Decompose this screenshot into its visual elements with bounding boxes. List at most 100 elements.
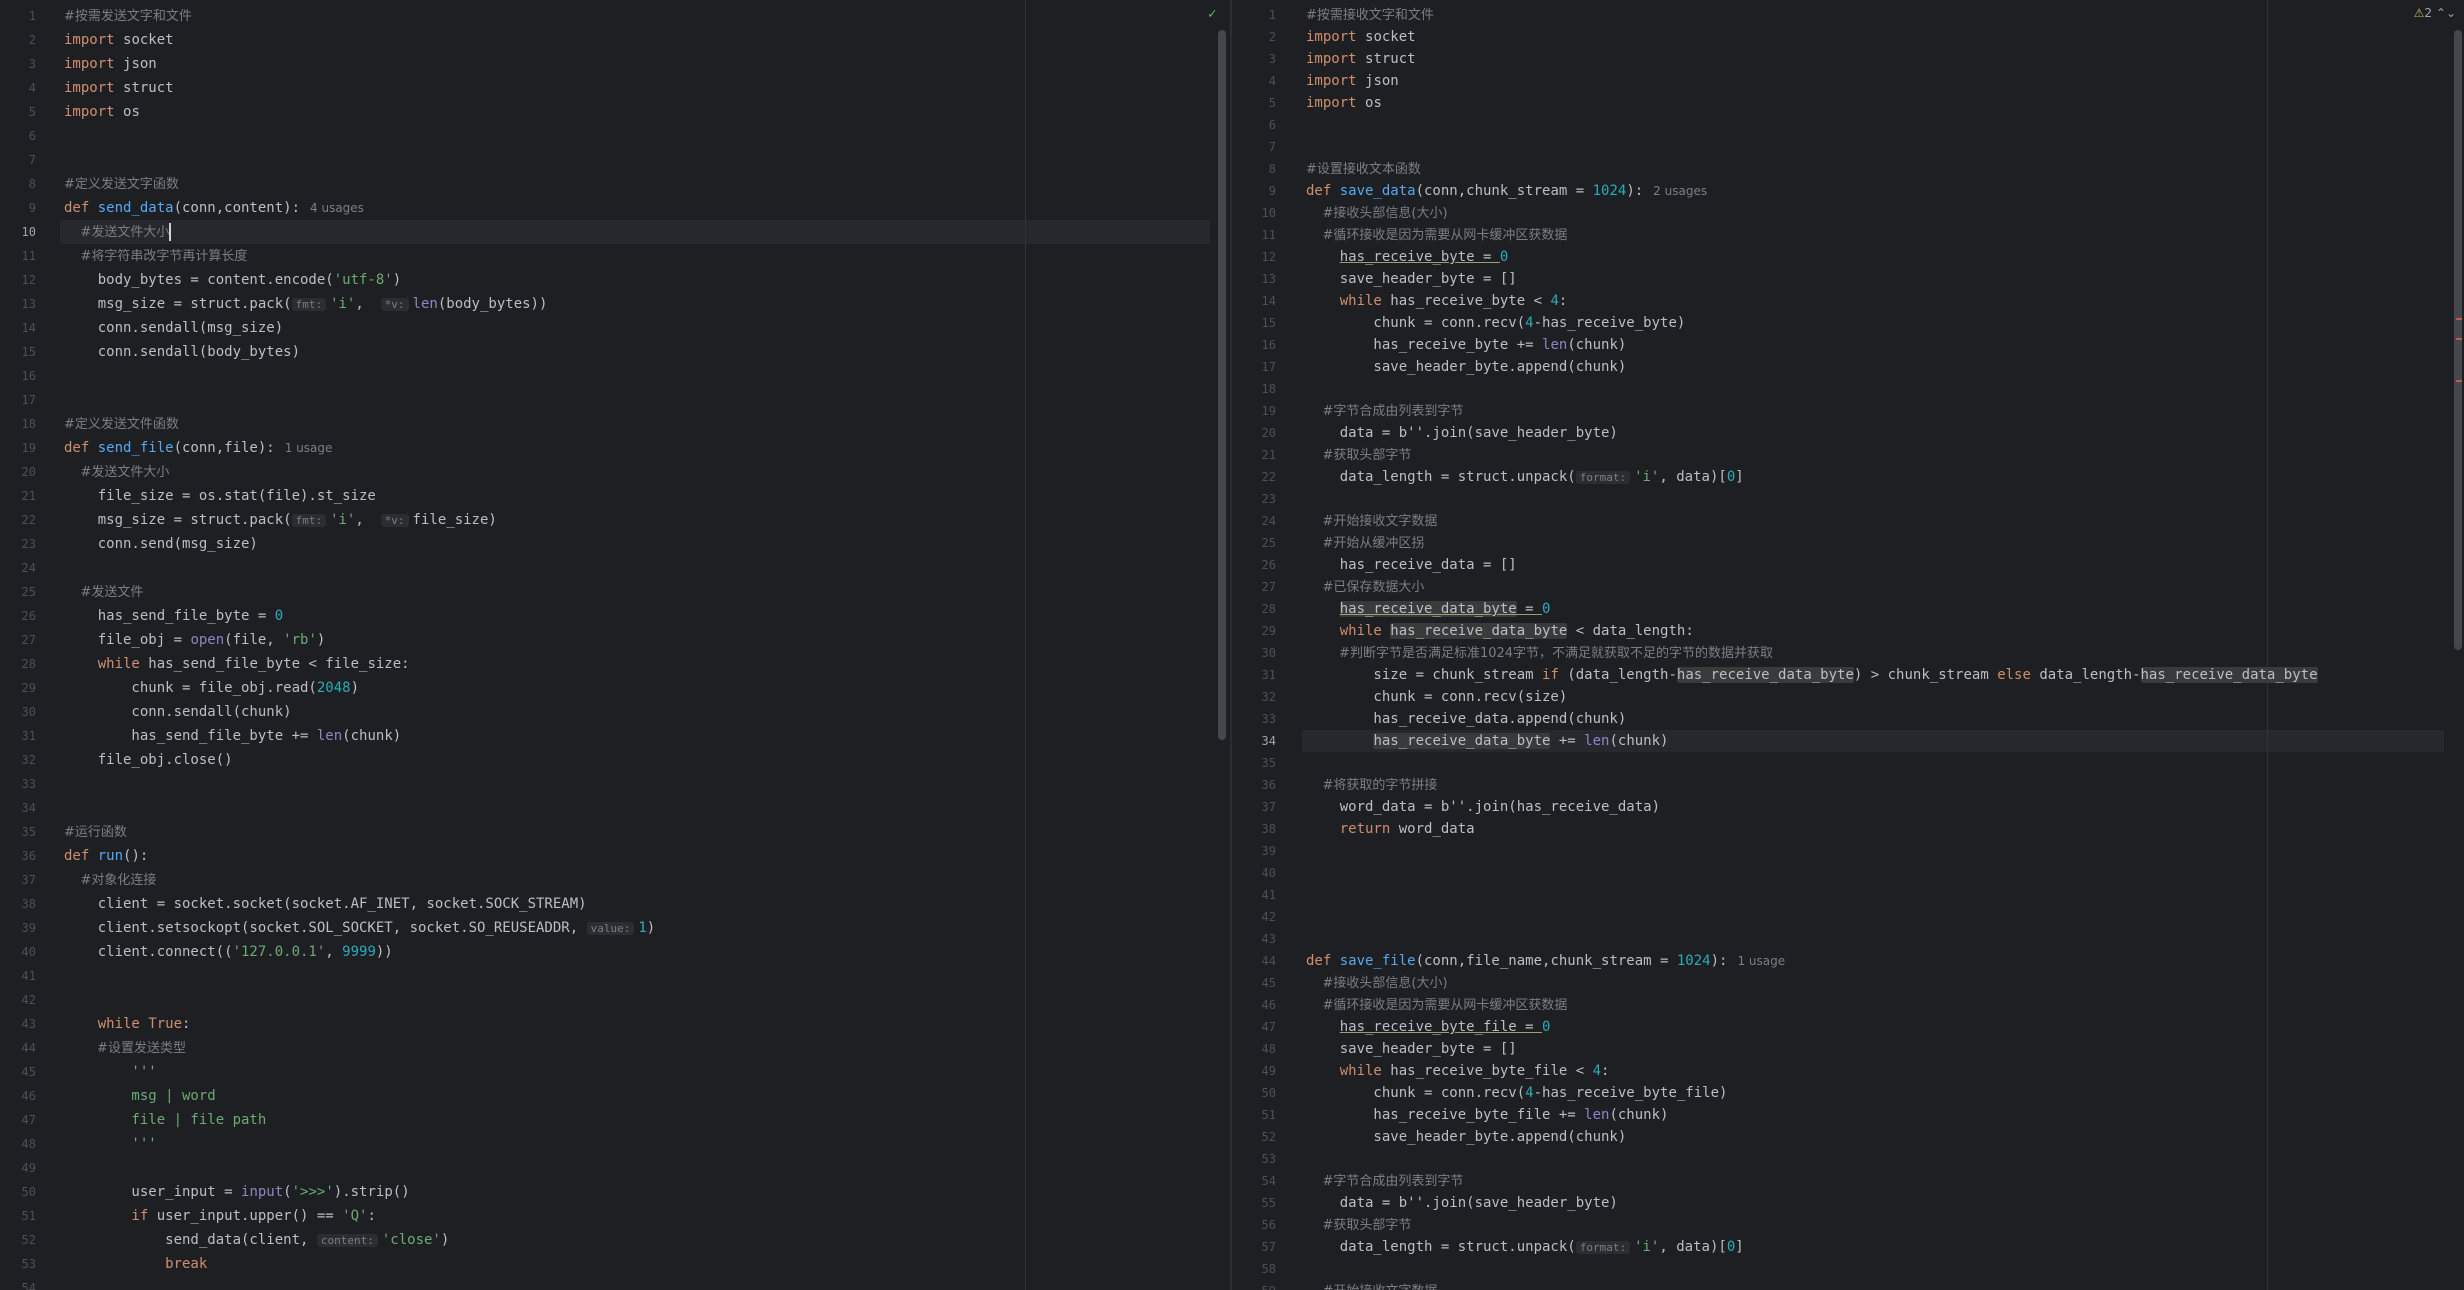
code-line[interactable]: break [64,1252,655,1276]
line-number[interactable]: 29 [1232,620,1276,642]
line-number[interactable]: 59 [1232,1280,1276,1290]
code-line[interactable]: def send_file(conn,file): 1 usage [64,436,655,460]
line-number[interactable]: 40 [0,940,36,964]
usage-count-link[interactable]: 4 usages [310,201,364,215]
code-line[interactable]: #运行函数 [64,820,655,844]
line-number[interactable]: 13 [0,292,36,316]
line-number[interactable]: 57 [1232,1236,1276,1258]
line-number[interactable]: 23 [0,532,36,556]
code-line[interactable]: #接收头部信息(大小) [1306,202,2318,224]
line-number[interactable]: 18 [1232,378,1276,400]
line-number[interactable]: 7 [1232,136,1276,158]
code-line[interactable]: save_header_byte = [] [1306,1038,2318,1060]
line-number[interactable]: 16 [1232,334,1276,356]
line-number[interactable]: 58 [1232,1258,1276,1280]
line-number[interactable]: 40 [1232,862,1276,884]
line-number[interactable]: 1 [1232,4,1276,26]
code-line[interactable]: body_bytes = content.encode('utf-8') [64,268,655,292]
code-line[interactable]: msg_size = struct.pack(fmt:'i', *v: file_… [64,508,655,532]
code-line[interactable]: #将获取的字节拼接 [1306,774,2318,796]
line-number[interactable]: 37 [0,868,36,892]
check-icon[interactable]: ✓ [1208,6,1216,22]
code-line[interactable] [1306,136,2318,158]
code-line[interactable]: conn.sendall(body_bytes) [64,340,655,364]
line-number[interactable]: 29 [0,676,36,700]
line-number[interactable]: 16 [0,364,36,388]
code-line[interactable] [64,124,655,148]
line-number[interactable]: 54 [1232,1170,1276,1192]
line-number[interactable]: 28 [0,652,36,676]
code-line[interactable]: msg | word [64,1084,655,1108]
line-number[interactable]: 47 [0,1108,36,1132]
code-line[interactable]: #判断字节是否满足标准1024字节，不满足就获取不足的字节的数据并获取 [1306,642,2318,664]
error-stripe-marker[interactable] [2456,338,2462,340]
code-line[interactable]: conn.sendall(msg_size) [64,316,655,340]
line-number[interactable]: 34 [1232,730,1276,752]
line-number[interactable]: 9 [0,196,36,220]
line-number[interactable]: 34 [0,796,36,820]
line-number[interactable]: 31 [1232,664,1276,686]
line-number[interactable]: 48 [1232,1038,1276,1060]
code-line[interactable]: #接收头部信息(大小) [1306,972,2318,994]
line-number[interactable]: 49 [0,1156,36,1180]
usage-count-link[interactable]: 2 usages [1653,184,1707,198]
line-number[interactable]: 33 [1232,708,1276,730]
line-number[interactable]: 2 [0,28,36,52]
line-number[interactable]: 22 [1232,466,1276,488]
code-line[interactable] [1306,752,2318,774]
line-number[interactable]: 32 [1232,686,1276,708]
line-number[interactable]: 55 [1232,1192,1276,1214]
code-line[interactable]: save_header_byte = [] [1306,268,2318,290]
line-number[interactable]: 3 [0,52,36,76]
code-line[interactable]: #发送文件大小 [64,220,655,244]
line-number[interactable]: 53 [1232,1148,1276,1170]
code-line[interactable]: conn.sendall(chunk) [64,700,655,724]
code-line[interactable] [1306,862,2318,884]
code-line[interactable]: data_length = struct.unpack(format:'i', … [1306,1236,2318,1258]
code-line[interactable]: #字节合成由列表到字节 [1306,400,2318,422]
code-line[interactable]: send_data(client, content:'close') [64,1228,655,1252]
code-line[interactable]: has_receive_data_byte = 0 [1306,598,2318,620]
code-line[interactable]: import json [64,52,655,76]
line-number[interactable]: 25 [1232,532,1276,554]
line-number[interactable]: 26 [1232,554,1276,576]
line-number[interactable]: 11 [1232,224,1276,246]
code-line[interactable] [64,1156,655,1180]
code-line[interactable]: def send_data(conn,content): 4 usages [64,196,655,220]
code-line[interactable]: user_input = input('>>>').strip() [64,1180,655,1204]
code-line[interactable]: size = chunk_stream if (data_length-has_… [1306,664,2318,686]
code-line[interactable]: #已保存数据大小 [1306,576,2318,598]
line-number[interactable]: 56 [1232,1214,1276,1236]
line-number[interactable]: 38 [0,892,36,916]
line-number[interactable]: 47 [1232,1016,1276,1038]
line-number[interactable]: 15 [0,340,36,364]
line-number[interactable]: 49 [1232,1060,1276,1082]
code-line[interactable]: import json [1306,70,2318,92]
line-number[interactable]: 37 [1232,796,1276,818]
line-number[interactable]: 30 [1232,642,1276,664]
line-number[interactable]: 2 [1232,26,1276,48]
code-line[interactable]: def save_file(conn,file_name,chunk_strea… [1306,950,2318,972]
code-line[interactable]: import os [1306,92,2318,114]
code-line[interactable]: while has_receive_data_byte < data_lengt… [1306,620,2318,642]
vertical-scrollbar[interactable] [2454,30,2462,650]
line-number[interactable]: 30 [0,700,36,724]
code-line[interactable]: #开始接收文字数据 [1306,510,2318,532]
code-line[interactable]: client.setsockopt(socket.SOL_SOCKET, soc… [64,916,656,940]
code-line[interactable] [64,772,655,796]
line-number[interactable]: 20 [0,460,36,484]
line-number[interactable]: 17 [1232,356,1276,378]
code-line[interactable]: client.connect(('127.0.0.1', 9999)) [64,940,655,964]
vertical-scrollbar[interactable] [1218,30,1226,740]
code-line[interactable]: chunk = conn.recv(size) [1306,686,2318,708]
code-line[interactable] [1306,488,2318,510]
code-line[interactable]: while has_receive_byte < 4: [1306,290,2318,312]
code-line[interactable]: while has_send_file_byte < file_size: [64,652,655,676]
line-number[interactable]: 27 [0,628,36,652]
code-line[interactable]: data_length = struct.unpack(format:'i', … [1306,466,2318,488]
chevron-up-icon[interactable]: ⌃ [2436,6,2446,20]
code-line[interactable]: def run(): [64,844,655,868]
line-number[interactable]: 7 [0,148,36,172]
line-number-gutter[interactable]: 1 2 3 4 5 6 7 8 9 10 11 12 13 14 15 16 17 18 19 20 21 22 23 24 2… [0,0,60,1290]
code-line[interactable]: #字节合成由列表到字节 [1306,1170,2318,1192]
